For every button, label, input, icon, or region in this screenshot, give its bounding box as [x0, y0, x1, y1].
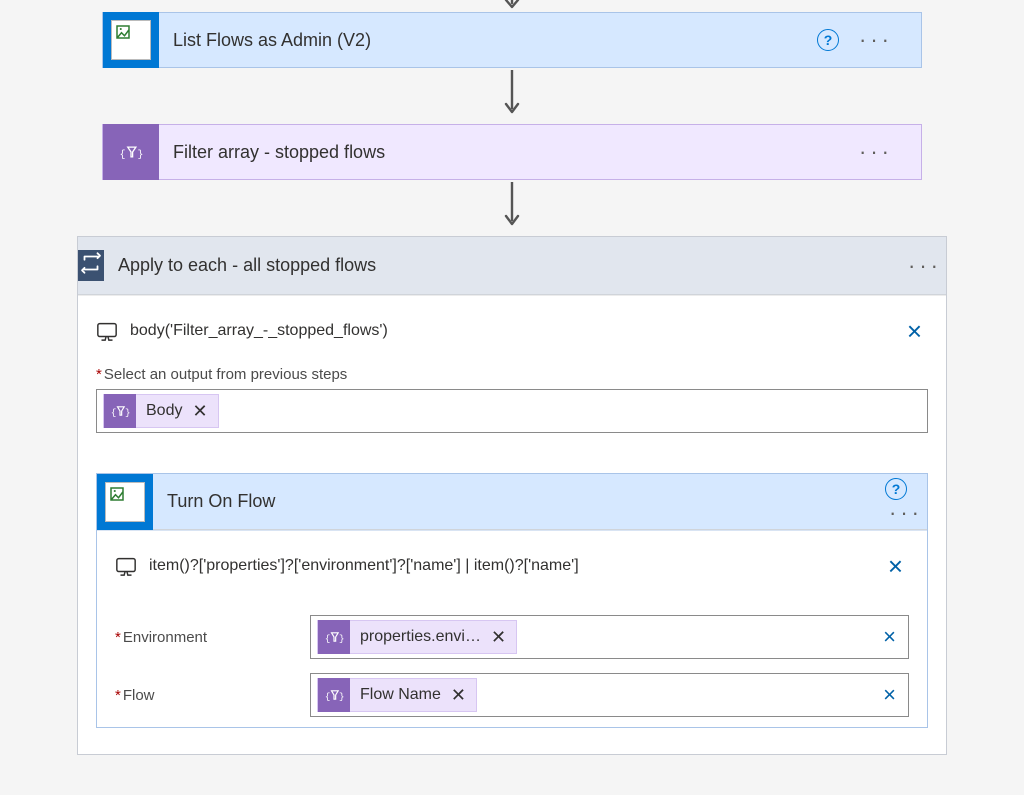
peek-code-text: item()?['properties']?['environment']?['… [149, 557, 870, 575]
svg-text:{: { [111, 407, 117, 418]
token-icon: {} [318, 678, 350, 712]
environment-input[interactable]: {} properties.envi… ✕ × [310, 615, 909, 659]
step-title: Turn On Flow [153, 491, 885, 512]
step-filter-array[interactable]: { } Filter array - stopped flows ··· [102, 124, 922, 180]
broken-image-icon [105, 482, 145, 522]
step-turn-on-flow: Turn On Flow ? ··· item()?['properties']… [96, 473, 928, 728]
field-label-flow: *Flow [115, 687, 300, 704]
filter-icon: { } [103, 124, 159, 180]
peek-code-row: item()?['properties']?['environment']?['… [115, 549, 909, 601]
step-title: Apply to each - all stopped flows [104, 255, 904, 276]
field-label-environment: *Environment [115, 629, 300, 646]
step-header[interactable]: Apply to each - all stopped flows ··· [78, 237, 946, 295]
token-icon: {} [318, 620, 350, 654]
token-label: Flow Name [360, 686, 441, 704]
svg-text:}: } [125, 407, 130, 418]
clear-field-icon[interactable]: × [877, 626, 902, 648]
more-icon[interactable]: ··· [855, 139, 897, 165]
step-header[interactable]: Turn On Flow ? ··· [97, 474, 927, 530]
clear-field-icon[interactable]: × [877, 684, 902, 706]
svg-text:{: { [120, 149, 126, 160]
dynamic-token-environment[interactable]: {} properties.envi… ✕ [317, 620, 517, 654]
broken-image-icon [111, 20, 151, 60]
peek-code-icon [96, 320, 118, 342]
token-remove-icon[interactable]: ✕ [451, 685, 466, 706]
close-icon[interactable]: × [901, 318, 928, 344]
field-row-flow: *Flow {} Flow Name ✕ [115, 673, 909, 717]
more-icon[interactable]: ··· [855, 27, 897, 53]
help-icon[interactable]: ? [817, 29, 839, 51]
connector-icon-powerapps [97, 474, 153, 530]
step-title: Filter array - stopped flows [159, 142, 831, 163]
loop-icon [78, 250, 104, 281]
svg-text:}: } [339, 691, 344, 702]
peek-code-row: body('Filter_array_-_stopped_flows') × [96, 314, 928, 366]
dynamic-token-flow-name[interactable]: {} Flow Name ✕ [317, 678, 477, 712]
select-output-input[interactable]: {} Body ✕ [96, 389, 928, 433]
token-remove-icon[interactable]: ✕ [192, 401, 207, 422]
token-label: Body [146, 402, 182, 420]
svg-text:}: } [339, 633, 344, 644]
step-list-flows[interactable]: List Flows as Admin (V2) ? ··· [102, 12, 922, 68]
token-icon: {} [104, 394, 136, 428]
svg-text:{: { [325, 691, 331, 702]
peek-code-icon [115, 555, 137, 577]
close-icon[interactable]: × [882, 553, 909, 579]
connector-arrow [0, 180, 1024, 236]
svg-text:{: { [325, 633, 331, 644]
required-asterisk: * [96, 366, 102, 383]
more-icon[interactable]: ··· [885, 500, 927, 526]
connector-arrow-top [0, 0, 1024, 12]
step-apply-to-each: Apply to each - all stopped flows ··· bo… [77, 236, 947, 755]
connector-icon-powerapps [103, 12, 159, 68]
token-remove-icon[interactable]: ✕ [491, 627, 506, 648]
token-label: properties.envi… [360, 628, 481, 646]
field-label-select-output: *Select an output from previous steps [96, 366, 928, 383]
field-row-environment: *Environment {} properties.envi… ✕ [115, 615, 909, 659]
peek-code-text: body('Filter_array_-_stopped_flows') [130, 322, 889, 340]
flow-input[interactable]: {} Flow Name ✕ × [310, 673, 909, 717]
svg-text:}: } [138, 149, 144, 160]
help-icon[interactable]: ? [885, 478, 907, 500]
step-title: List Flows as Admin (V2) [159, 30, 793, 51]
dynamic-token-body[interactable]: {} Body ✕ [103, 394, 219, 428]
required-asterisk: * [115, 629, 121, 646]
required-asterisk: * [115, 687, 121, 704]
more-icon[interactable]: ··· [904, 253, 946, 279]
connector-arrow [0, 68, 1024, 124]
